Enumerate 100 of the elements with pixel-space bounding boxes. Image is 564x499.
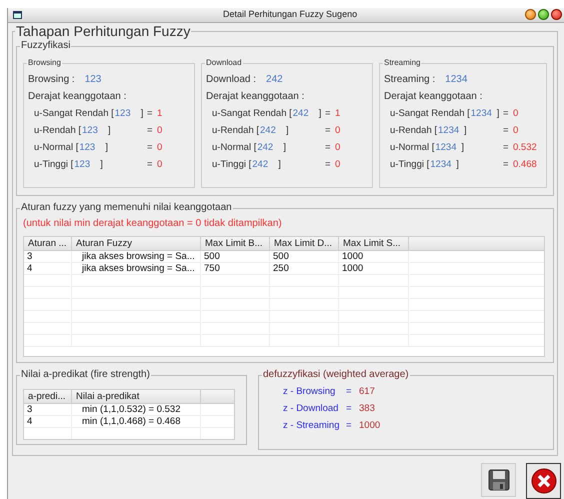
input-label: Streaming : [384,74,436,86]
membership-label: u-Rendah [ [34,125,82,137]
equals-text: = [346,420,353,432]
window-icon [13,10,23,20]
table-cell: min (1,1,0.532) = 0.532 [82,404,180,415]
degree-label: Derajat keanggotaan : [384,91,482,103]
input-label: Download : [206,74,256,86]
close-icon [530,468,556,494]
save-icon [488,469,510,491]
column-header[interactable]: Aturan ... [24,237,72,250]
output-label: z - Streaming [283,420,340,432]
column-header[interactable]: Max Limit S... [339,237,409,250]
bracket-text: ] [100,159,103,171]
output-value: 617 [359,386,375,398]
degree-label: Derajat keanggotaan : [28,91,126,103]
column-header[interactable]: Nilai a-predikat [72,390,201,403]
group-title: Tahapan Perhitungan Fuzzy [15,23,192,39]
membership-label: u-Rendah [ [212,125,260,137]
close-button[interactable] [551,9,562,20]
degree-label: Derajat keanggotaan : [206,91,304,103]
input-value: 242 [257,142,274,154]
header-filler [201,390,234,403]
membership-value: 1 [157,108,162,120]
equals-text: = [147,142,154,154]
equals-text: = [325,142,332,154]
equals-text: = [325,108,332,120]
bracket-text: ] [140,108,144,120]
membership-value: 0 [335,125,340,137]
equals-text: = [147,159,154,171]
membership-label: u-Tinggi [ [212,159,252,171]
input-label: Browsing : [28,74,75,86]
bracket-text: ] [286,125,289,137]
input-value: 242 [292,108,310,120]
input-value: 123 [114,108,132,120]
input-value: 1234 [435,142,458,154]
table-cell: jika akses browsing = Sa... [82,263,195,274]
input-value: 242 [260,125,277,137]
membership-value: 1 [335,108,340,120]
membership-value: 0 [157,125,162,137]
table-cell: min (1,1,0.468) = 0.468 [82,416,180,427]
equals-text: = [325,159,332,171]
group-title: Aturan fuzzy yang memenuhi nilai keanggotaan [20,202,233,214]
table-cell: 4 [27,416,32,427]
output-label: z - Download [283,403,340,415]
table-cell: 3 [27,404,32,415]
bracket-text: ] [464,125,467,137]
bracket-text: ] [105,142,108,154]
equals-text: = [503,108,510,120]
equals-text: = [346,403,353,415]
column-header[interactable]: Aturan Fuzzy [72,237,201,250]
note-text: (untuk nilai min derajat keanggotaan = 0 tidak ditampilkan) [23,218,282,230]
input-value: 1234 [430,159,452,171]
group-title: Download [205,58,243,68]
equals-text: = [346,386,353,398]
output-value: 1000 [359,420,380,432]
membership-value: 0 [335,159,340,171]
membership-label: u-Normal [ [212,142,256,154]
equals-text: = [325,125,332,137]
group-title: Fuzzyfikasi [20,40,72,52]
bracket-text: ] [496,108,500,120]
group-title: Streaming [383,58,422,68]
save-button[interactable] [481,463,516,497]
group-title: Nilai a-predikat (fire strength) [20,369,151,381]
input-value: 1234 [445,74,468,86]
membership-value: 0 [157,142,162,154]
membership-label: u-Sangat Rendah [ [390,108,470,120]
table-cell: 750 [204,263,220,274]
input-value: 123 [74,159,92,171]
table-cell: 500 [273,251,289,262]
table-cell: 1000 [342,263,364,274]
column-header[interactable]: Max Limit D... [270,237,339,250]
equals-text: = [147,125,154,137]
column-header[interactable]: Max Limit B... [201,237,270,250]
group-title: Browsing [27,58,62,68]
membership-value: 0 [335,142,340,154]
input-value: 242 [266,74,283,86]
cancel-button[interactable] [526,463,561,499]
column-header[interactable]: a-predi... [24,390,72,403]
membership-label: u-Normal [ [34,142,78,154]
input-value: 1234 [438,125,460,137]
membership-label: u-Sangat Rendah [ [34,108,114,120]
minimize-button[interactable] [525,9,536,20]
membership-label: u-Tinggi [ [390,159,430,171]
bracket-text: ] [283,142,286,154]
input-value: 123 [79,142,96,154]
membership-value: 0.468 [513,159,537,171]
membership-value: 0 [157,159,162,171]
table-cell: jika akses browsing = Sa... [82,251,195,262]
bracket-text: ] [108,125,111,137]
equals-text: = [503,125,510,137]
membership-label: u-Tinggi [ [34,159,74,171]
output-label: z - Browsing [283,386,336,398]
table-cell: 3 [27,251,32,262]
input-value: 123 [82,125,99,137]
membership-label: u-Sangat Rendah [ [212,108,292,120]
maximize-button[interactable] [538,9,549,20]
membership-label: u-Rendah [ [390,125,438,137]
equals-text: = [503,142,510,154]
table-cell: 4 [27,263,32,274]
bracket-text: ] [278,159,281,171]
